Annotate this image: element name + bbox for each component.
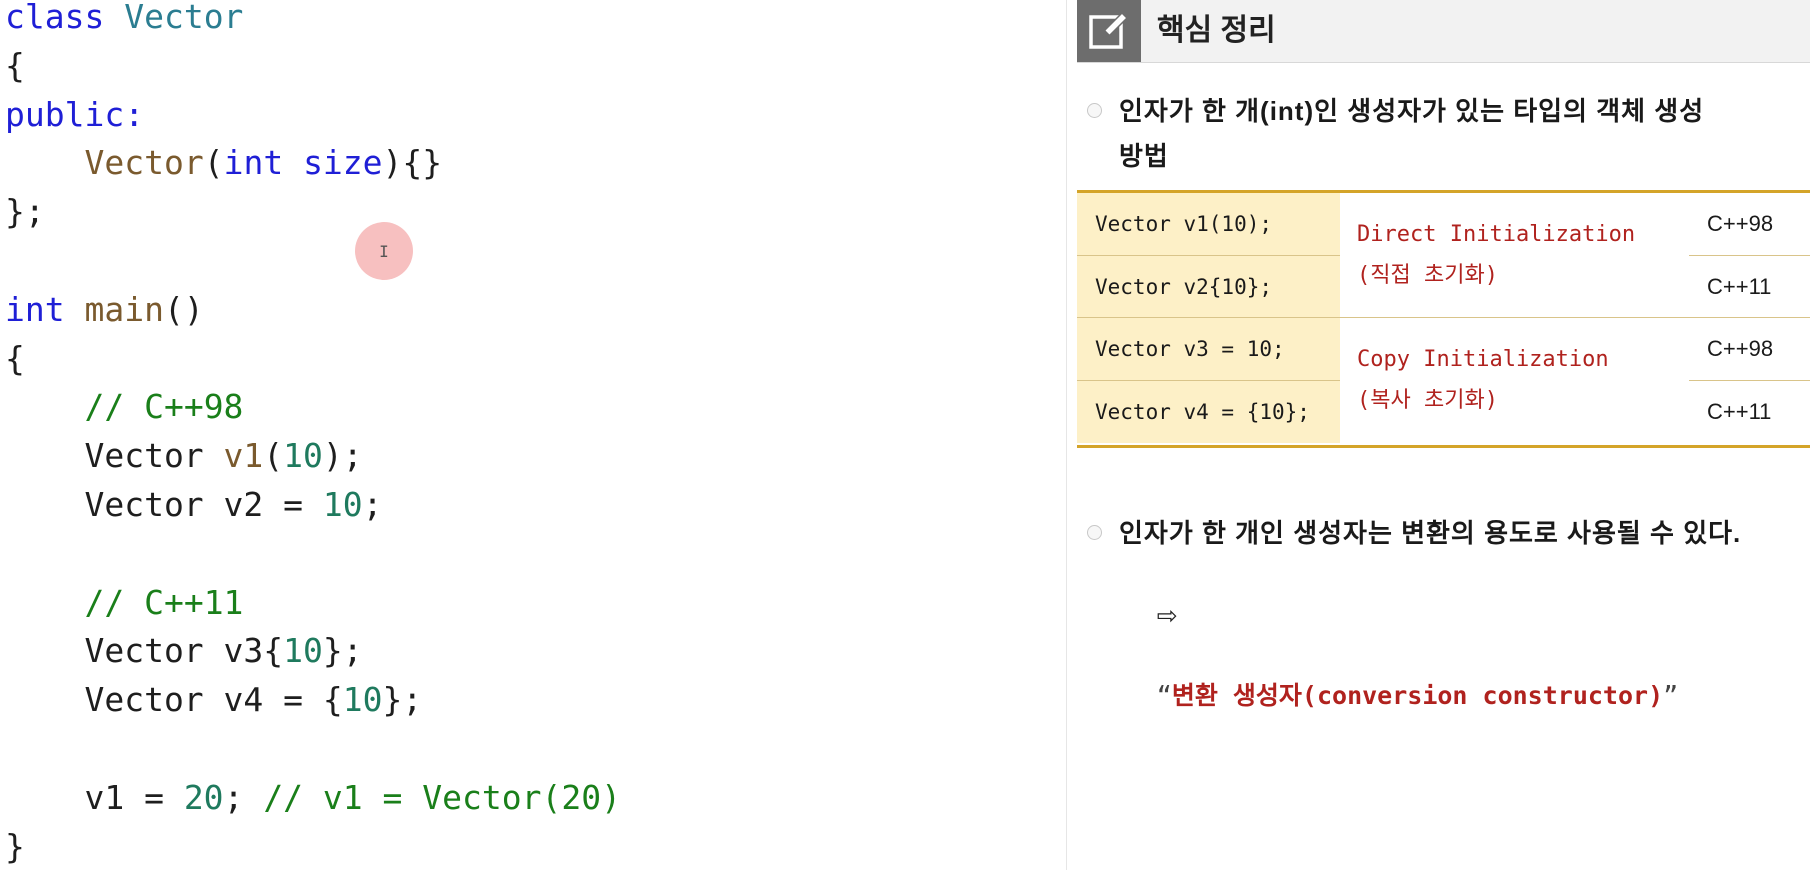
code-line[interactable]: v1 = 20; // v1 = Vector(20) — [5, 773, 621, 822]
code-line[interactable]: { — [5, 41, 25, 90]
bullet-icon — [1087, 525, 1102, 540]
code-token: int — [223, 143, 284, 183]
code-token: v1 = — [5, 777, 184, 817]
code-token: 10 — [283, 631, 323, 671]
version-divider — [1689, 255, 1810, 256]
bullet-text-1-cont: 방법 — [1119, 141, 1169, 171]
group-divider — [1077, 317, 1810, 318]
initialization-table: Vector v1(10); Vector v2{10}; Vector v3 … — [1077, 190, 1810, 448]
code-line[interactable]: } — [5, 822, 25, 870]
code-token: // C++98 — [84, 387, 244, 427]
code-token: ){} — [382, 143, 443, 183]
code-line[interactable]: class Vector — [5, 0, 243, 41]
notes-title: 핵심 정리 — [1157, 14, 1276, 47]
direct-init-label-ko: (직접 초기화) — [1357, 263, 1498, 288]
code-token: v1 — [223, 436, 264, 476]
code-line[interactable]: // C++11 — [5, 578, 243, 627]
code-line[interactable]: Vector v1(10); — [5, 431, 363, 480]
code-token: size — [303, 143, 383, 183]
code-token: Vector — [5, 436, 224, 476]
text-cursor-icon: I — [379, 241, 389, 261]
code-token: ( — [203, 143, 224, 183]
code-token: ; — [223, 777, 264, 817]
bullet-text-2: 인자가 한 개인 생성자는 변환의 용도로 사용될 수 있다. — [1119, 518, 1742, 548]
version-cell: C++11 — [1707, 274, 1772, 299]
code-editor[interactable]: class Vector{public: Vector(int size){}}… — [0, 0, 1067, 870]
code-line[interactable]: Vector v4 = {10}; — [5, 675, 422, 724]
code-token: // v1 = Vector(20) — [263, 777, 621, 817]
version-cell: C++98 — [1707, 336, 1774, 361]
code-token: { — [5, 45, 25, 85]
version-divider — [1689, 380, 1810, 381]
code-token: main — [84, 289, 164, 329]
code-token: () — [163, 289, 204, 329]
code-token: }; — [5, 192, 45, 232]
version-cell: C++98 — [1707, 211, 1774, 236]
version-cell: C++11 — [1707, 399, 1772, 424]
code-line[interactable]: Vector(int size){} — [5, 138, 442, 187]
code-token: 10 — [283, 436, 323, 476]
table-code-cell: Vector v2{10}; — [1077, 256, 1340, 318]
copy-init-label-ko: (복사 초기화) — [1357, 388, 1498, 413]
mouse-cursor-indicator: I — [355, 222, 413, 280]
code-token: Vector — [84, 143, 204, 183]
open-quote: “ — [1156, 681, 1172, 710]
code-line[interactable]: // C++98 — [5, 382, 243, 431]
code-token: 20 — [183, 777, 224, 817]
code-token: Vector v3{ — [5, 631, 284, 671]
arrow-icon: ⇨ — [1156, 601, 1178, 630]
code-token: } — [5, 826, 25, 866]
code-token: Vector v2 = — [5, 485, 323, 524]
code-token: Vector — [124, 0, 244, 36]
table-code-cell: Vector v3 = 10; — [1077, 318, 1340, 380]
code-token: ( — [263, 436, 284, 476]
code-line[interactable]: public: — [5, 90, 144, 139]
code-token: ; — [362, 485, 383, 524]
code-token: class — [5, 0, 125, 36]
bullet-icon — [1087, 103, 1102, 118]
close-quote: ” — [1663, 681, 1679, 710]
code-token: ); — [322, 436, 363, 476]
table-code-cell: Vector v1(10); — [1077, 193, 1340, 255]
code-token: }; — [382, 680, 423, 720]
code-token: 10 — [342, 680, 383, 720]
edit-icon — [1077, 0, 1141, 62]
row-divider — [1077, 255, 1340, 256]
code-line[interactable]: Vector v2 = 10; — [5, 480, 383, 529]
code-token: }; — [322, 631, 363, 671]
code-token: Vector v4 = { — [5, 680, 343, 720]
direct-init-label: Direct Initialization — [1357, 222, 1636, 247]
bullet-text-1: 인자가 한 개(int)인 생성자가 있는 타입의 객체 생성 — [1119, 96, 1705, 126]
conversion-constructor-text: 변환 생성자(conversion constructor) — [1171, 681, 1664, 710]
table-code-cell: Vector v4 = {10}; — [1077, 381, 1340, 443]
code-line[interactable]: }; — [5, 187, 45, 236]
code-token: 10 — [322, 485, 363, 524]
conversion-constructor-note: ⇨ “변환 생성자(conversion constructor)” — [1129, 556, 1678, 756]
notes-header: 핵심 정리 — [1077, 0, 1810, 63]
copy-init-label: Copy Initialization — [1357, 347, 1609, 372]
code-line[interactable]: { — [5, 334, 25, 383]
code-token: int — [5, 289, 85, 329]
row-divider — [1077, 380, 1340, 381]
code-token: { — [5, 338, 25, 378]
code-line[interactable]: Vector v3{10}; — [5, 626, 363, 675]
notes-panel: 핵심 정리 인자가 한 개(int)인 생성자가 있는 타입의 객체 생성 방법… — [1077, 0, 1810, 870]
code-line[interactable]: int main() — [5, 285, 204, 334]
code-token: // C++11 — [84, 582, 244, 622]
code-token: public: — [5, 94, 145, 134]
